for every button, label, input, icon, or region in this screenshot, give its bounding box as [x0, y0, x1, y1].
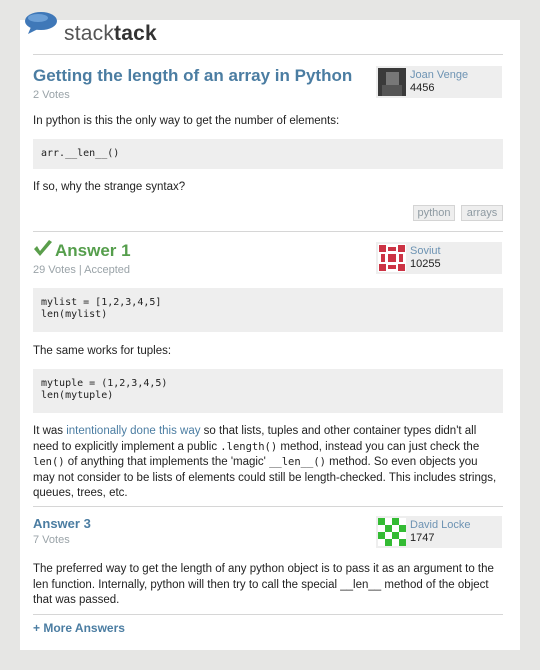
header-divider	[33, 54, 503, 55]
question-user-card: Joan Venge 4456	[376, 66, 502, 98]
code-line: arr.__len__()	[41, 148, 120, 159]
tag-arrays[interactable]: arrays	[461, 205, 503, 221]
question-code-block: arr.__len__()	[33, 139, 503, 169]
divider	[33, 506, 503, 507]
avatar[interactable]	[378, 68, 406, 96]
brand-logo[interactable]: stacktack	[64, 22, 157, 46]
code-line: mylist = [1,2,3,4,5]	[41, 297, 162, 308]
inline-code: __len__()	[269, 456, 326, 468]
question-body-text-2: If so, why the strange syntax?	[33, 181, 186, 193]
answer-1-user-card: Soviut 10255	[376, 242, 502, 274]
user-reputation: 4456	[410, 82, 435, 94]
answer-1-code-block-1: mylist = [1,2,3,4,5] len(mylist)	[33, 288, 503, 332]
user-name[interactable]: Joan Venge	[410, 69, 468, 81]
more-answers-link[interactable]: + More Answers	[33, 621, 125, 635]
divider	[33, 231, 503, 232]
brand-bold: tack	[114, 22, 157, 45]
question-body-text: In python is this the only way to get th…	[33, 115, 340, 127]
tag-python[interactable]: python	[413, 205, 455, 221]
answer-1-paragraph: It was intentionally done this way so th…	[33, 424, 498, 502]
avatar[interactable]	[378, 244, 406, 272]
text: It was	[33, 425, 67, 437]
answer-1-votes: 29 Votes | Accepted	[33, 264, 131, 276]
answer-3-body: The preferred way to get the length of a…	[33, 563, 494, 606]
code-line: len(mytuple)	[41, 390, 114, 401]
accepted-check-icon	[34, 240, 52, 256]
code-line: mytuple = (1,2,3,4,5)	[41, 378, 168, 389]
text: of anything that implements the 'magic'	[64, 456, 270, 468]
divider	[33, 614, 503, 615]
inline-code: len()	[33, 456, 65, 468]
user-name[interactable]: David Locke	[410, 519, 471, 531]
answer-3-votes: 7 Votes	[33, 534, 70, 546]
intentional-link[interactable]: intentionally done this way	[66, 425, 200, 437]
text: method, instead you can just check the	[277, 440, 480, 453]
question-title[interactable]: Getting the length of an array in Python	[33, 66, 352, 86]
user-name[interactable]: Soviut	[410, 245, 441, 257]
logo-bubble-icon	[25, 12, 57, 34]
answer-1-code-block-2: mytuple = (1,2,3,4,5) len(mytuple)	[33, 369, 503, 413]
code-line: len(mylist)	[41, 309, 108, 320]
answer-3-title[interactable]: Answer 3	[33, 516, 91, 531]
answer-3-user-card: David Locke 1747	[376, 516, 502, 548]
user-reputation: 10255	[410, 258, 441, 270]
brand-prefix: stack	[64, 22, 115, 45]
answer-1-text: The same works for tuples:	[33, 345, 172, 357]
inline-code: .length()	[220, 440, 278, 453]
question-votes: 2 Votes	[33, 89, 70, 101]
user-reputation: 1747	[410, 532, 435, 544]
answer-1-title: Answer 1	[55, 241, 131, 260]
avatar[interactable]	[378, 518, 406, 546]
